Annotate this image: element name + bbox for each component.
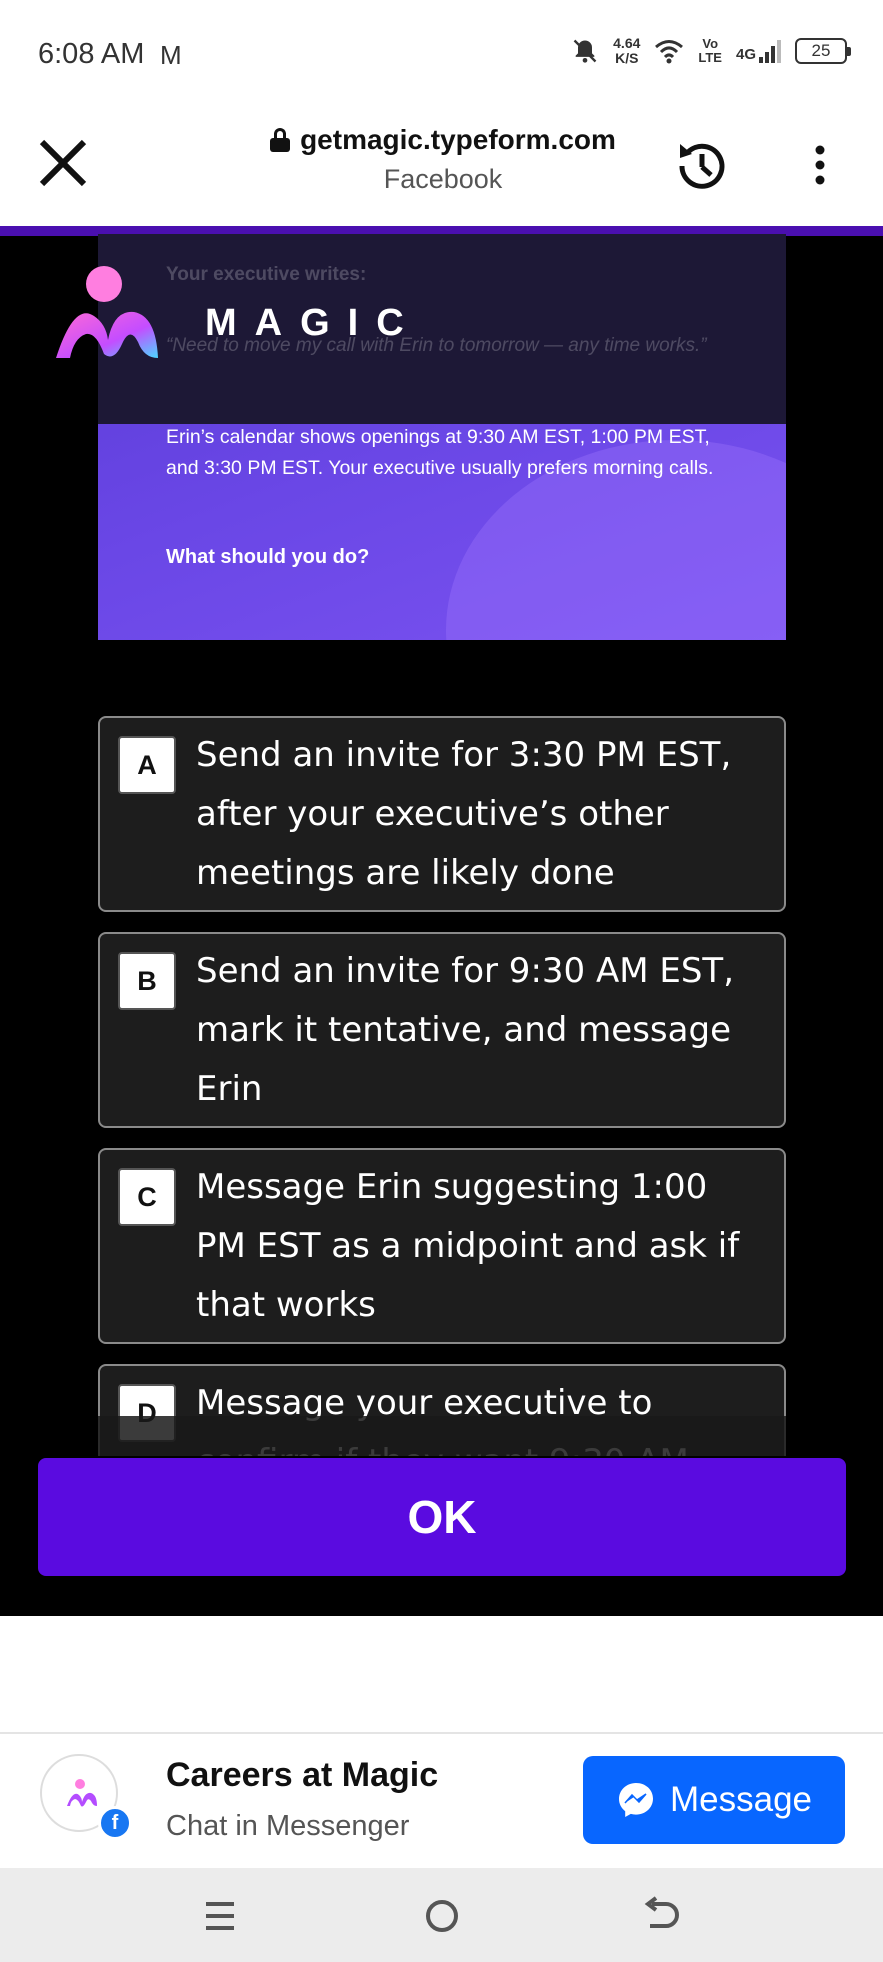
faint-title: Your executive writes: bbox=[166, 264, 367, 285]
magic-logo-icon bbox=[56, 266, 158, 358]
choice-label: Message Erin suggesting 1:00 PM EST as a… bbox=[196, 1167, 740, 1325]
choice-c[interactable]: C Message Erin suggesting 1:00 PM EST as… bbox=[98, 1148, 786, 1344]
question-text: What should you do? bbox=[166, 546, 370, 568]
status-icons: 4.64 K/S Vo LTE 4G 25 bbox=[571, 35, 851, 66]
home-icon[interactable] bbox=[412, 1888, 472, 1944]
magic-logo-text: MAGIC bbox=[205, 302, 422, 344]
question-card: Your executive writes: “Need to move my … bbox=[98, 234, 786, 640]
message-button-label: Message bbox=[669, 1780, 813, 1819]
choice-a[interactable]: A Send an invite for 3:30 PM EST, after … bbox=[98, 716, 786, 912]
hero-dark-band bbox=[98, 234, 786, 424]
battery-icon: 25 bbox=[795, 38, 851, 64]
history-icon[interactable] bbox=[670, 134, 734, 198]
network-speed: 4.64 K/S bbox=[613, 35, 641, 66]
url-text: getmagic.typeform.com bbox=[300, 124, 616, 155]
messenger-title: Careers at Magic bbox=[166, 1756, 439, 1794]
url-display[interactable]: getmagic.typeform.com Facebook bbox=[200, 124, 686, 195]
recents-menu-icon[interactable] bbox=[190, 1888, 250, 1944]
lock-icon bbox=[270, 128, 291, 152]
messenger-subtitle: Chat in Messenger bbox=[166, 1810, 410, 1842]
divider bbox=[0, 1732, 883, 1734]
mute-bell-icon bbox=[573, 39, 597, 63]
choice-label: Send an invite for 3:30 PM EST, after yo… bbox=[196, 735, 732, 893]
choice-key: B bbox=[118, 952, 176, 1010]
gmail-icon: M bbox=[160, 40, 182, 70]
choice-fade bbox=[98, 1416, 786, 1456]
choice-key: A bbox=[118, 736, 176, 794]
choice-d-clip: D Message your executive to confirm if t… bbox=[0, 1362, 883, 1456]
signal-bars-icon bbox=[759, 39, 781, 63]
system-navbar bbox=[0, 1868, 883, 1962]
more-vertical-icon[interactable] bbox=[800, 140, 840, 190]
status-bar: 6:08 AM M 4.64 K/S Vo LTE 4G 25 bbox=[0, 0, 883, 110]
status-time: 6:08 AM bbox=[38, 38, 145, 70]
message-button[interactable]: Message bbox=[583, 1756, 845, 1844]
choice-key: C bbox=[118, 1168, 176, 1226]
browser-toolbar: getmagic.typeform.com Facebook bbox=[0, 110, 883, 226]
scenario-text: Erin’s calendar shows openings at 9:30 A… bbox=[166, 426, 714, 479]
messenger-icon bbox=[618, 1783, 653, 1817]
wifi-icon bbox=[655, 40, 684, 64]
facebook-badge-icon: f bbox=[98, 1806, 132, 1840]
url-source: Facebook bbox=[383, 164, 503, 194]
choice-label: Send an invite for 9:30 AM EST, mark it … bbox=[196, 951, 735, 1109]
cell-signal: 4G bbox=[736, 39, 781, 63]
back-icon[interactable] bbox=[632, 1888, 692, 1944]
messenger-bar: f Careers at Magic Chat in Messenger Mes… bbox=[0, 1616, 883, 1868]
url-line: getmagic.typeform.com bbox=[200, 124, 686, 156]
choice-b[interactable]: B Send an invite for 9:30 AM EST, mark i… bbox=[98, 932, 786, 1128]
typeform-content: Your executive writes: “Need to move my … bbox=[0, 226, 883, 1616]
close-icon[interactable] bbox=[34, 134, 92, 192]
volte-indicator: Vo LTE bbox=[698, 36, 722, 65]
ok-button[interactable]: OK bbox=[38, 1458, 846, 1576]
